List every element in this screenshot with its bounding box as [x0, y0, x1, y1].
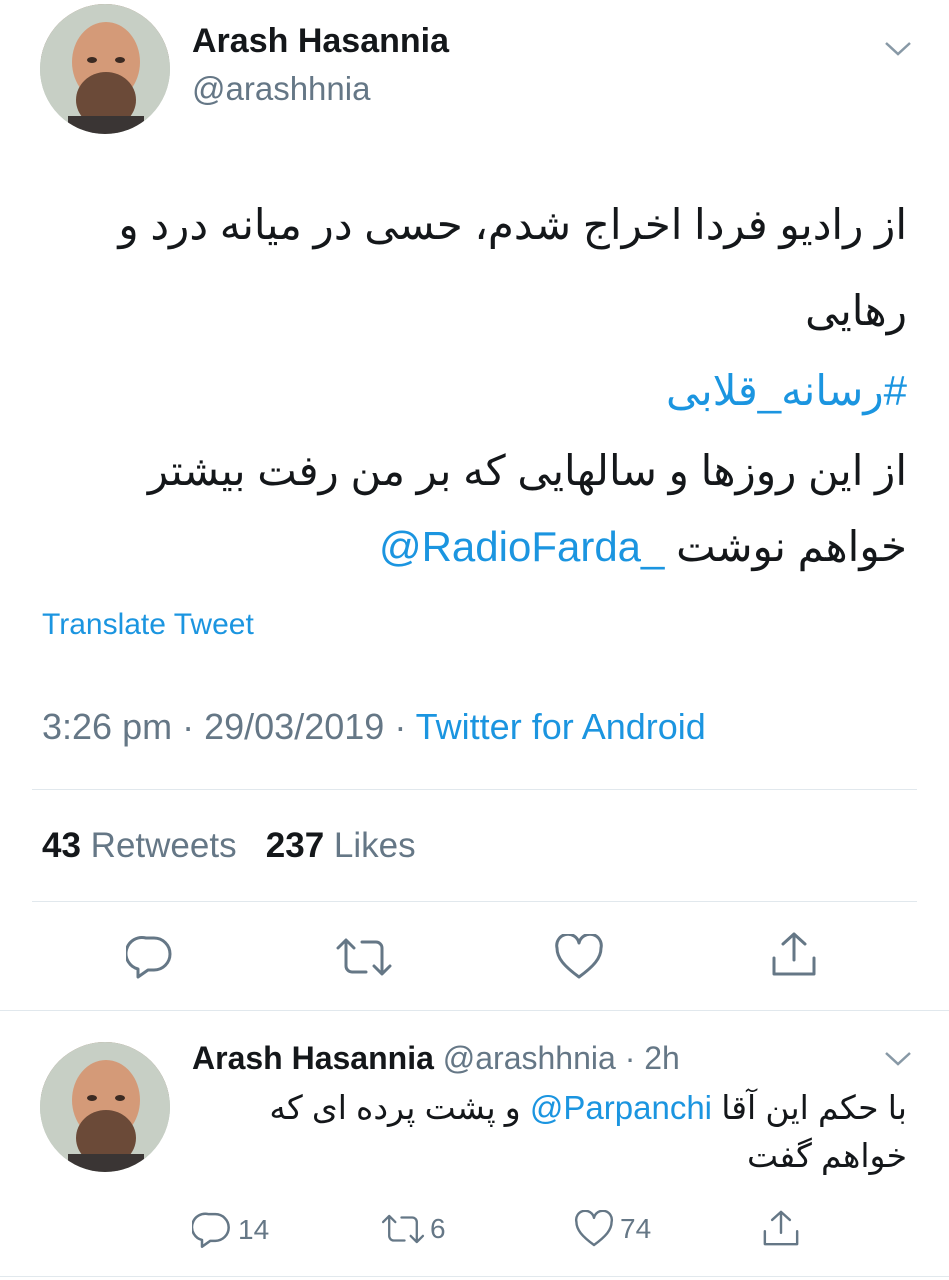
reply-author-name[interactable]: Arash Hasannia — [192, 1040, 434, 1076]
divider — [32, 901, 917, 902]
reply-text-line-2: خواهم گفت — [747, 1137, 907, 1174]
reply-text-line-1: با حکم این آقا @Parpanchi و پشت پرده ای … — [269, 1088, 907, 1127]
reply-text-prefix: با حکم این آقا — [721, 1089, 907, 1126]
avatar[interactable] — [40, 1042, 170, 1172]
likes-stat[interactable]: 237 Likes — [266, 826, 416, 865]
heart-icon[interactable] — [554, 934, 604, 980]
tweet-time[interactable]: 3:26 pm — [42, 706, 172, 747]
reply-icon[interactable]: 14 — [192, 1210, 269, 1250]
heart-icon[interactable]: 74 — [574, 1210, 651, 1248]
tweet-text-line-1: از رادیو فردا اخراج شدم، حسی در میانه در… — [118, 201, 907, 248]
likes-label: Likes — [333, 826, 416, 865]
tweet-meta: 3:26 pm · 29/03/2019 · Twitter for Andro… — [42, 706, 706, 748]
reply-count: 14 — [238, 1214, 270, 1245]
translate-tweet-link[interactable]: Translate Tweet — [42, 608, 254, 642]
author-name[interactable]: Arash Hasannia — [192, 22, 449, 61]
mention-link[interactable]: @RadioFarda_ — [379, 523, 664, 570]
share-icon[interactable] — [760, 1208, 802, 1248]
avatar[interactable] — [40, 4, 170, 134]
chevron-down-icon[interactable] — [884, 40, 912, 58]
reply-icon[interactable] — [126, 934, 174, 980]
likes-count: 237 — [265, 826, 325, 865]
like-count: 74 — [620, 1213, 652, 1244]
retweets-label: Retweets — [90, 826, 237, 865]
author-handle[interactable]: @arashhnia — [192, 70, 370, 108]
divider — [0, 1010, 949, 1011]
hashtag-link[interactable]: #رسانه_قلابی — [666, 366, 907, 415]
reply-header: Arash Hasannia @arashhnia · 2h — [192, 1040, 680, 1077]
tweet-date[interactable]: 29/03/2019 — [204, 706, 384, 747]
chevron-down-icon[interactable] — [884, 1050, 912, 1068]
tweet-text-line-2: رهایی — [805, 287, 907, 334]
tweet-text-line-4: خواهم نوشت @RadioFarda_ — [379, 522, 907, 571]
retweets-count: 43 — [42, 826, 81, 865]
meta-separator: · — [182, 706, 195, 747]
tweet-text-line-4-prefix: خواهم نوشت — [676, 523, 907, 570]
retweet-icon[interactable] — [334, 936, 394, 978]
tweet-source-link[interactable]: Twitter for Android — [416, 706, 706, 747]
reply-time-ago[interactable]: · 2h — [625, 1040, 680, 1076]
reply-author-handle[interactable]: @arashhnia — [443, 1040, 616, 1076]
divider — [0, 1276, 949, 1277]
reply-text-suffix: و پشت پرده ای که — [269, 1089, 521, 1126]
retweets-stat[interactable]: 43 Retweets — [42, 826, 237, 865]
reply-mention-link[interactable]: @Parpanchi — [530, 1089, 712, 1126]
retweet-icon[interactable]: 6 — [380, 1212, 446, 1246]
meta-separator: · — [394, 706, 407, 747]
retweet-count: 6 — [430, 1213, 446, 1244]
share-icon[interactable] — [768, 930, 820, 978]
divider — [32, 789, 917, 790]
tweet-stats: 43 Retweets 237 Likes — [42, 826, 416, 866]
tweet-text-line-3: از این روزها و سالهایی که بر من رفت بیشت… — [147, 447, 907, 494]
